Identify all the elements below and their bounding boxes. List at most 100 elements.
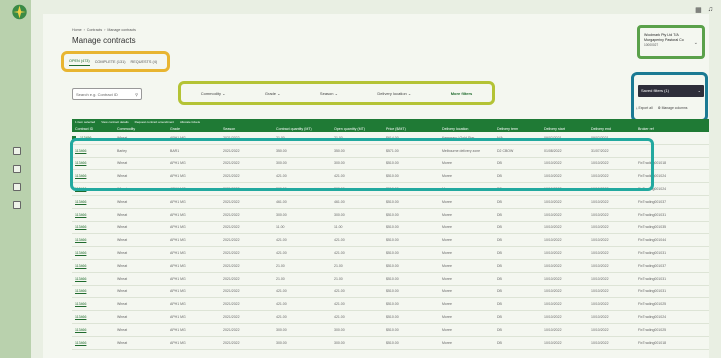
tab-open[interactable]: OPEN (473) bbox=[69, 57, 90, 66]
col-header[interactable]: Broker ref bbox=[638, 127, 688, 131]
table-cell: Moree bbox=[442, 327, 452, 332]
company-selector[interactable]: Woolmark Pty Ltd T/A Murgaperiny Pastora… bbox=[637, 25, 705, 59]
contract-id-link[interactable]: 113466 bbox=[72, 161, 117, 165]
contract-id-link[interactable]: 113466 bbox=[72, 238, 117, 242]
contract-id-link[interactable]: 113466 bbox=[72, 341, 117, 345]
table-cell: 10/10/2022 bbox=[591, 327, 609, 332]
table-row[interactable]: 113456 Wheat APH1 MG 2021/2022 21.00 21.00 $61… bbox=[72, 132, 709, 145]
view-details-action[interactable]: View contract details bbox=[101, 120, 128, 124]
table-row[interactable]: 113466 Wheat APH1 MG 2021/2022 21.00 21.00 $51… bbox=[72, 273, 709, 286]
table-cell: FixTrading001024 bbox=[638, 174, 667, 179]
grid-icon[interactable]: ▦ bbox=[695, 6, 702, 14]
table-row[interactable]: 113466 Wheat APH1 MG 2021/2022 11.00 11.00 $51… bbox=[72, 222, 709, 235]
table-row[interactable]: 113466 Barley BAR1 2021/2022 350.00 350.00 $57… bbox=[72, 145, 709, 158]
export-all-button[interactable]: ⤓ Export all bbox=[636, 106, 653, 110]
request-amendment-action[interactable]: Request contract amendment bbox=[135, 120, 174, 124]
table-row[interactable]: 113466 Wheat APH1 MG 2021/2022 421.00 421.00 $… bbox=[72, 247, 709, 260]
col-header[interactable]: Price ($/MT) bbox=[386, 127, 442, 131]
table-cell: Wheat bbox=[117, 251, 128, 256]
table-row[interactable]: 113466 Wheat APH1 MG 2021/2022 421.00 421.00 $… bbox=[72, 234, 709, 248]
contract-id-link[interactable]: 113466 bbox=[72, 200, 117, 204]
table-row[interactable]: 113466 Wheat APH1 MG 2021/2022 300.00 300.00 $… bbox=[72, 337, 709, 350]
col-header[interactable]: Delivery location bbox=[442, 127, 497, 131]
table-row[interactable]: 113466 Wheat APH1 MG 2021/2022 300.00 300.00 $… bbox=[72, 183, 709, 196]
table-cell: Barley bbox=[117, 148, 127, 153]
table-cell: 2021/2022 bbox=[223, 289, 240, 294]
table-row[interactable]: 113466 Wheat APH1 MG 2021/2022 300.00 300.00 $… bbox=[72, 158, 709, 171]
contracts-icon[interactable] bbox=[13, 147, 21, 155]
contract-id-link[interactable]: 113466 bbox=[72, 302, 117, 306]
col-header[interactable]: Delivery start bbox=[544, 127, 591, 131]
table-cell: 10/10/2022 bbox=[544, 199, 562, 204]
table-cell: FixTrading001025 bbox=[638, 302, 667, 307]
col-header[interactable]: Grade bbox=[170, 127, 223, 131]
table-row[interactable]: 113466 Wheat APH1 MG 2021/2022 300.00 300.00 $… bbox=[72, 209, 709, 222]
table-cell: 421.00 bbox=[276, 238, 287, 243]
allocate-tickets-action[interactable]: Allocate tickets bbox=[180, 120, 200, 124]
table-cell: Moree bbox=[442, 174, 452, 179]
table-row[interactable]: 113466 Wheat APH1 MG 2021/2022 21.00 21.00 $51… bbox=[72, 260, 709, 273]
col-header[interactable]: Delivery term bbox=[497, 127, 544, 131]
contract-id-link[interactable]: 113466 bbox=[72, 149, 117, 153]
search-input[interactable]: Search e.g. Contract ID ⚲ bbox=[72, 88, 142, 100]
contract-id-link[interactable]: 113456 bbox=[77, 136, 117, 140]
table-row[interactable]: 113466 Wheat APH1 MG 2021/2022 461.00 461.00 $… bbox=[72, 196, 709, 209]
settings-icon[interactable] bbox=[13, 201, 21, 209]
row-checkbox[interactable] bbox=[72, 135, 76, 140]
table-cell: $510.00 bbox=[386, 276, 399, 281]
table-row[interactable]: 113466 Wheat APH1 MG 2021/2022 421.00 421.00 $… bbox=[72, 298, 709, 312]
table-cell: Moree bbox=[442, 340, 452, 345]
col-header[interactable]: Commodity bbox=[117, 127, 170, 131]
filter-bar: Commodity ⌄ Grade ⌄ Season ⌄ Delivery lo… bbox=[178, 81, 495, 105]
filter-delivery-location[interactable]: Delivery location ⌄ bbox=[377, 91, 411, 96]
contract-id-link[interactable]: 113466 bbox=[72, 277, 117, 281]
table-cell: APH1 MG bbox=[170, 340, 186, 345]
breadcrumb-contracts[interactable]: Contracts bbox=[87, 28, 102, 32]
col-header[interactable]: Contract quantity (MT) bbox=[276, 127, 334, 131]
table-cell: 10/10/2022 bbox=[544, 340, 562, 345]
table-row[interactable]: 113466 Wheat APH1 MG 2021/2022 421.00 421.00 $… bbox=[72, 286, 709, 299]
bell-icon[interactable]: ♫ bbox=[708, 6, 713, 14]
contract-id-link[interactable]: 113466 bbox=[72, 289, 117, 293]
reports-icon[interactable] bbox=[13, 183, 21, 191]
table-row[interactable]: 113466 Wheat APH1 MG 2021/2022 421.00 421.00 $… bbox=[72, 311, 709, 324]
table-cell: 21.00 bbox=[276, 276, 285, 281]
table-cell: Moree bbox=[442, 251, 452, 256]
col-header[interactable]: Open quantity (MT) bbox=[334, 127, 386, 131]
contract-id-link[interactable]: 113466 bbox=[72, 264, 117, 268]
more-filters-button[interactable]: More filters bbox=[451, 91, 473, 96]
contract-id-link[interactable]: 113466 bbox=[72, 213, 117, 217]
table-row[interactable]: 113466 Wheat APH1 MG 2021/2022 300.00 300.00 $… bbox=[72, 324, 709, 337]
breadcrumb-home[interactable]: Home bbox=[72, 28, 82, 32]
table-cell: 2021/2022 bbox=[223, 161, 240, 166]
filter-commodity[interactable]: Commodity ⌄ bbox=[201, 91, 226, 96]
filter-grade[interactable]: Grade ⌄ bbox=[265, 91, 281, 96]
saved-filters-button[interactable]: Saved filters (1) ⌄ bbox=[638, 85, 704, 97]
contract-id-link[interactable]: 113466 bbox=[72, 187, 117, 191]
contract-id-link[interactable]: 113466 bbox=[72, 328, 117, 332]
table-cell: 10/10/2022 bbox=[591, 302, 609, 307]
table-cell: 21.00 bbox=[334, 135, 343, 140]
table-cell: 461.00 bbox=[276, 199, 287, 204]
contract-id-link[interactable]: 113466 bbox=[72, 251, 117, 255]
tab-complete[interactable]: COMPLETE (131) bbox=[95, 58, 126, 66]
manage-columns-button[interactable]: ⚙ Manage columns bbox=[658, 106, 688, 110]
table-cell: 421.00 bbox=[334, 174, 345, 179]
tab-requests[interactable]: REQUESTS (4) bbox=[131, 58, 158, 66]
table-cell: APH1 MG bbox=[170, 263, 186, 268]
col-header[interactable]: Season bbox=[223, 127, 276, 131]
contract-id-link[interactable]: 113466 bbox=[72, 315, 117, 319]
table-cell: 10/10/2022 bbox=[591, 251, 609, 256]
col-header[interactable]: Contract ID bbox=[72, 127, 117, 131]
table-cell: Wheat bbox=[117, 238, 128, 243]
company-id: 10000027 bbox=[644, 43, 659, 48]
filter-season[interactable]: Season ⌄ bbox=[320, 91, 338, 96]
col-header[interactable]: Delivery end bbox=[591, 127, 638, 131]
documents-icon[interactable] bbox=[13, 165, 21, 173]
table-row[interactable]: 113466 Wheat APH1 MG 2021/2022 421.00 421.00 $… bbox=[72, 170, 709, 184]
contract-id-link[interactable]: 113466 bbox=[72, 174, 117, 178]
table-cell: APH1 MG bbox=[170, 302, 186, 307]
table-cell: Melbourne delivery zone bbox=[442, 148, 481, 153]
table-cell: $510.00 bbox=[386, 263, 399, 268]
contract-id-link[interactable]: 113466 bbox=[72, 225, 117, 229]
